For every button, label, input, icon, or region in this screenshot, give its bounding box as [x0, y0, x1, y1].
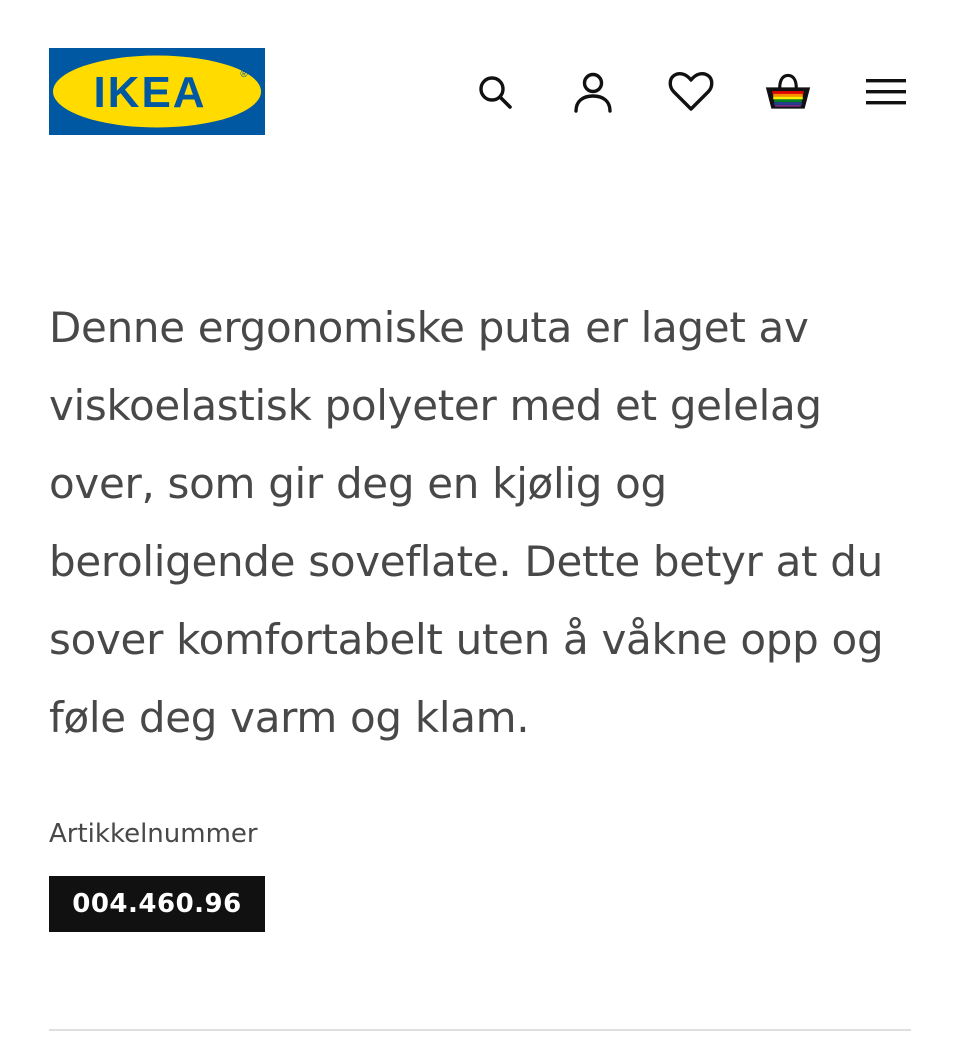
search-icon — [479, 76, 512, 109]
heart-icon — [668, 71, 714, 111]
hamburger-menu-icon — [866, 79, 906, 105]
section-divider — [49, 1029, 911, 1031]
menu-button[interactable] — [862, 68, 910, 116]
shopping-bag-icon — [765, 73, 811, 109]
article-number-label: Artikkelnummer — [49, 819, 258, 849]
profile-icon — [574, 72, 612, 113]
site-header: IKEA ® — [0, 0, 960, 180]
favourites-button[interactable] — [667, 68, 715, 116]
search-button[interactable] — [471, 68, 519, 116]
registered-mark: ® — [240, 69, 248, 80]
profile-button[interactable] — [569, 68, 617, 116]
product-description: Denne ergonomiske puta er laget av visko… — [49, 303, 884, 742]
logo-text: IKEA — [93, 68, 206, 117]
article-number-badge: 004.460.96 — [49, 876, 265, 932]
shopping-bag-button[interactable] — [764, 68, 812, 116]
ikea-logo[interactable]: IKEA ® — [49, 48, 265, 135]
